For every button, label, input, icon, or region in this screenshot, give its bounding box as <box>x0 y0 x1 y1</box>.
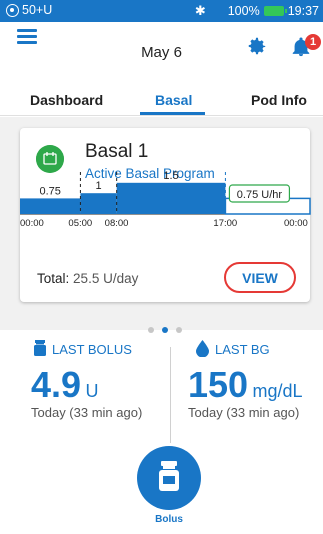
insulin-remaining: 50+U <box>22 3 53 17</box>
program-name: Basal 1 <box>85 141 149 162</box>
basal-segment-bar <box>20 198 81 214</box>
tab-dashboard[interactable]: Dashboard <box>30 92 103 108</box>
menu-icon[interactable] <box>17 29 37 44</box>
time-tick-label: 00:00 <box>20 218 44 229</box>
battery-icon <box>263 6 287 16</box>
tab-bar: Dashboard Basal Pod Info <box>0 84 323 116</box>
active-tab-indicator <box>140 112 205 115</box>
insulin-vial-icon <box>34 340 46 356</box>
view-button[interactable]: VIEW <box>224 262 296 293</box>
pod-status-icon <box>6 3 19 17</box>
basal-rate-label: 1.5 <box>163 170 178 182</box>
bluetooth-icon: ✱ <box>194 3 206 18</box>
basal-rate-chart: 0.7511.50.750.75 U/hr00:0005:0008:0017:0… <box>20 170 311 229</box>
pager-dot[interactable] <box>148 327 154 333</box>
basal-segment-bar <box>116 182 226 214</box>
last-bg-value-group: 150 mg/dL <box>188 364 303 406</box>
last-bolus-value-group: 4.9 U <box>31 364 99 406</box>
status-bar: 50+U ✱ 100% 19:37 <box>0 0 323 22</box>
bolus-button[interactable] <box>137 446 201 510</box>
program-status: Active Basal Program <box>85 166 215 181</box>
basal-program-icon <box>36 145 64 173</box>
last-bg-value: 150 <box>188 364 249 405</box>
time-tick-label: 05:00 <box>68 218 92 229</box>
last-bolus-label: LAST BOLUS <box>52 342 132 357</box>
time-tick-label: 08:00 <box>105 218 129 229</box>
header-date: May 6 <box>141 44 182 61</box>
current-rate-text: 0.75 U/hr <box>237 189 283 201</box>
last-bg-unit: mg/dL <box>252 381 303 401</box>
last-bolus-time: Today (33 min ago) <box>31 405 143 420</box>
blood-drop-icon <box>196 340 209 357</box>
status-right: ✱ 100% 19:37 <box>195 3 319 19</box>
pager-dots <box>148 320 208 333</box>
view-button-label: VIEW <box>242 269 278 286</box>
tab-basal[interactable]: Basal <box>155 92 192 108</box>
gear-icon[interactable] <box>246 35 268 57</box>
clock: 19:37 <box>287 4 319 18</box>
panel-divider <box>170 347 171 443</box>
insulin-vial-icon <box>159 461 179 491</box>
battery-percent: 100% <box>227 4 260 18</box>
notification-badge: 1 <box>305 34 321 50</box>
basal-segment-bar <box>80 193 117 214</box>
basal-rate-label: 1 <box>95 180 101 192</box>
bolus-button-label: Bolus <box>155 514 183 525</box>
last-bg-label: LAST BG <box>215 342 270 357</box>
status-left: 50+U <box>6 3 52 17</box>
total-value: 25.5 U/day <box>73 271 139 286</box>
time-tick-label: 17:00 <box>213 218 237 229</box>
pager-dot[interactable] <box>176 327 182 333</box>
total-label: Total: <box>37 271 70 286</box>
last-bolus-value: 4.9 <box>31 364 82 405</box>
last-bg-time: Today (33 min ago) <box>188 405 300 420</box>
pager-dot-active[interactable] <box>162 327 168 333</box>
tab-pod-info[interactable]: Pod Info <box>251 92 307 108</box>
last-bolus-unit: U <box>85 381 99 401</box>
total-daily-basal: Total: 25.5 U/day <box>37 271 138 286</box>
basal-rate-label: 0.75 <box>39 185 60 197</box>
time-tick-label: 00:00 <box>284 218 308 229</box>
